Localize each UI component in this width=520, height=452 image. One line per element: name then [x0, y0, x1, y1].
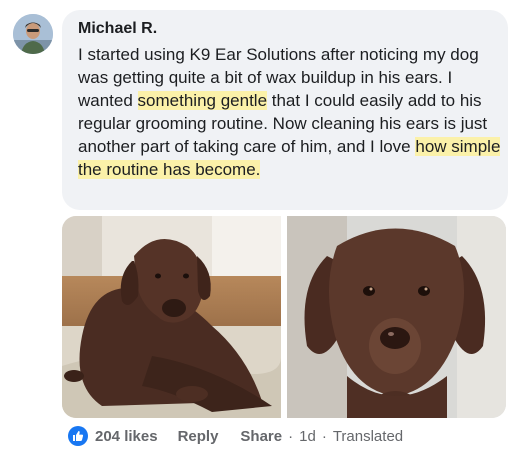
photo-dog-closeup[interactable] [287, 216, 506, 418]
dog-closeup-image [287, 216, 506, 418]
comment-text: I started using K9 Ear Solutions after n… [78, 43, 504, 181]
comment-actions: 204 likes Reply Share · 1d · Translated [68, 426, 403, 446]
avatar-image [13, 14, 53, 54]
timestamp[interactable]: 1d [299, 428, 316, 445]
likes-count[interactable]: 204 likes [95, 428, 158, 445]
photo-dog-lying[interactable] [62, 216, 281, 418]
comment-author[interactable]: Michael R. [78, 20, 157, 38]
translated-label[interactable]: Translated [333, 428, 403, 445]
highlighted-phrase: something gentle [137, 91, 268, 110]
separator: · [288, 427, 294, 445]
dog-lying-image [62, 216, 281, 418]
share-button[interactable]: Share [240, 428, 282, 445]
avatar[interactable] [13, 14, 53, 54]
thumbs-up-icon[interactable] [68, 426, 88, 446]
reply-button[interactable]: Reply [178, 428, 219, 445]
separator: · [321, 427, 327, 445]
